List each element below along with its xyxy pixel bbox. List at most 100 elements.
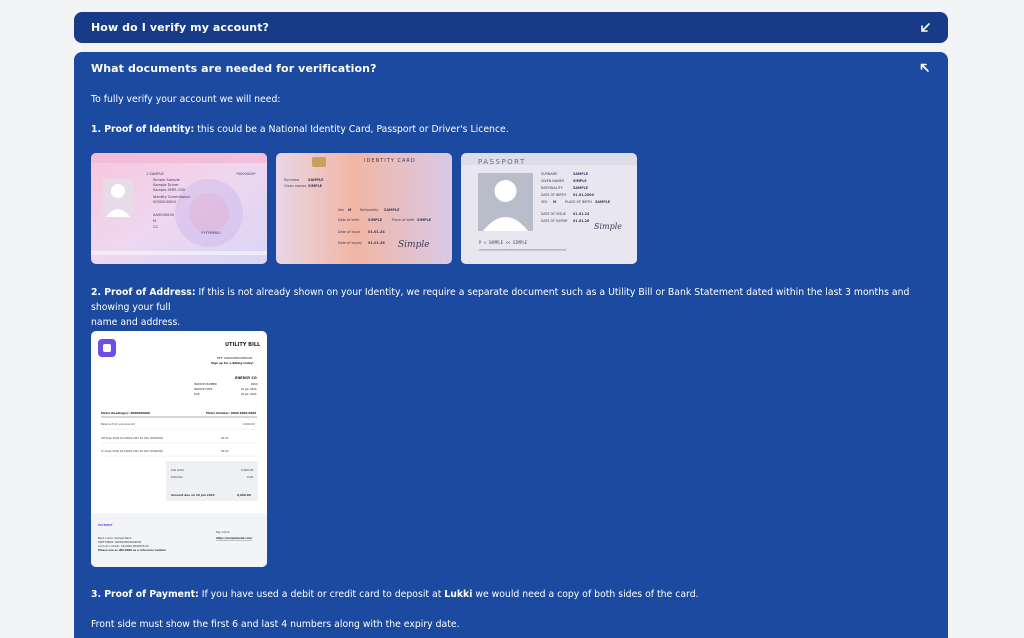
bill-row-description: Balance from previous bill bbox=[101, 422, 135, 426]
passport-field-label: SURNAME bbox=[541, 172, 557, 176]
arrow-up-left-icon[interactable] bbox=[919, 62, 931, 74]
dl-field-11: YYYYMM00 bbox=[201, 231, 221, 235]
bill-payment-label: PAYMENT bbox=[98, 523, 113, 527]
passport-field-value: 01.01.24 bbox=[573, 212, 590, 216]
passport-mrz-2: <<<<<<<<<<<<<<<<<<<<<<<<<<<<<<<<<<<<<<<<… bbox=[479, 248, 566, 252]
bill-invoice-number: 0000 bbox=[251, 382, 258, 386]
passport-field-value: M bbox=[553, 200, 556, 204]
ic-pob: SIMPLE bbox=[417, 218, 432, 222]
driver-licence-image: 1 SAMPLE Simple Sample Sample Driver Sam… bbox=[91, 153, 267, 264]
faq-question-verify-account: How do I verify my account? bbox=[91, 21, 270, 34]
proof-identity-description: this could be a National Identity Card, … bbox=[194, 124, 509, 135]
bill-account-label: Meter Reading(s): 0000000000 bbox=[101, 411, 150, 415]
ic-doi: 01.01.24 bbox=[368, 230, 385, 234]
proof-payment-description: If you have used a debit or credit card … bbox=[198, 589, 445, 600]
bill-bank-line-1: Bank name: Sample Bank bbox=[98, 536, 132, 540]
ic-nat: SAMPLE bbox=[384, 208, 400, 212]
dl-field-4: Sample SMPL 000 bbox=[153, 188, 186, 192]
bill-pay-url: https://samplebank.com/ bbox=[216, 536, 252, 540]
bill-pay-online: Pay online bbox=[216, 530, 230, 534]
bill-amount-due: 0,000.00 bbox=[237, 493, 251, 497]
passport-field-label: GIVEN NAMES bbox=[541, 179, 564, 183]
proof-payment-description-2: we would need a copy of both sides of th… bbox=[472, 589, 699, 600]
bill-signup: Sign up for e-Billing today! bbox=[211, 361, 254, 365]
passport-field-label: DATE OF ISSUE bbox=[541, 212, 566, 216]
bill-subtotal-label: Sub total bbox=[171, 468, 184, 472]
bill-bank-line-2: SWIFT/IBAN: 0000000000000000 bbox=[98, 540, 142, 544]
dl-field-3: Sample Driver bbox=[153, 183, 179, 187]
faq-item-documents-needed: What documents are needed for verificati… bbox=[74, 52, 948, 638]
ic-doe-label: Date of expiry bbox=[338, 241, 362, 245]
dl-field-8: AA0000000 bbox=[153, 213, 175, 217]
bill-row-description: On Peak 0000 $0.00000 kWh $0.000 (000000… bbox=[101, 449, 163, 453]
bill-due-label: DUE bbox=[194, 392, 200, 396]
bill-row-amount: 00.00 bbox=[221, 436, 229, 440]
dl-field-2: Simple Sample bbox=[153, 178, 181, 182]
proof-address-title: 2. Proof of Address: bbox=[91, 287, 196, 298]
bill-due: 20 Jan 2024 bbox=[241, 392, 257, 396]
dl-field-9: M bbox=[153, 219, 156, 223]
dl-field-5: Identity Commission bbox=[153, 195, 190, 199]
faq-item-verify-account[interactable]: How do I verify my account? bbox=[74, 12, 948, 43]
utility-bill-image: UTILITY BILL REF: 0000000000000000 Sign … bbox=[91, 331, 267, 567]
passport-field-label: NATIONALITY bbox=[541, 186, 564, 190]
arrow-down-left-icon[interactable] bbox=[919, 22, 931, 34]
ic-dob: SIMPLE bbox=[368, 218, 383, 222]
proof-address-description-2: name and address. bbox=[91, 317, 181, 328]
ic-dob-label: Date of birth bbox=[338, 218, 360, 222]
bill-meter-label: Meter Number: 0000 0000 0000 bbox=[206, 411, 256, 415]
dl-field-7: *0000000* bbox=[236, 172, 256, 176]
passport-image: PASSPORT SURNAME SAMPLE GIVEN NAMES SIMPLE N… bbox=[461, 153, 637, 264]
proof-identity-text: 1. Proof of Identity: this could be a Na… bbox=[91, 122, 509, 137]
bill-invoice-number-label: INVOICE NUMBER bbox=[194, 382, 217, 386]
ic-doe: 01.01.26 bbox=[368, 241, 385, 245]
faq-header-verify-account[interactable]: How do I verify my account? bbox=[91, 12, 931, 43]
passport-field-value: 01.01.26 bbox=[573, 219, 590, 223]
bill-row-amount: 00.00 bbox=[221, 449, 229, 453]
passport-field-label: PLACE OF BIRTH bbox=[565, 200, 592, 204]
ic-signature: Simple bbox=[398, 240, 430, 250]
bill-row-amount: 0,000.00 bbox=[243, 422, 255, 426]
brand-name: Lukki bbox=[444, 589, 473, 600]
identity-card-image: IDENTITY CARD Surname SAMPLE Given names… bbox=[276, 153, 452, 264]
proof-payment-text: 3. Proof of Payment: If you have used a … bbox=[91, 587, 699, 602]
passport-signature: Simple bbox=[594, 222, 622, 231]
bill-ref: REF: 0000000000000000 bbox=[217, 356, 253, 360]
dl-field-6: 0000000000 bbox=[153, 200, 177, 204]
passport-field-value: 01.01.2000 bbox=[573, 193, 595, 197]
proof-address-text: 2. Proof of Address: If this is not alre… bbox=[91, 285, 931, 330]
bill-amount-due-label: Amount due on 20 Jan 2023 bbox=[171, 493, 215, 497]
ic-pob-label: Place of birth bbox=[392, 218, 414, 222]
ic-surname-label: Surname bbox=[284, 178, 299, 182]
ic-given-label: Given names bbox=[284, 184, 307, 188]
bill-row-description: Off Peak 0000 $0.00000 kWh $0.000 (00000… bbox=[101, 436, 163, 440]
front-side-text: Front side must show the first 6 and las… bbox=[91, 619, 460, 630]
passport-mrz-1: P < SAMPLE << SIMPLE bbox=[479, 240, 528, 245]
dl-field-1: 1 SAMPLE bbox=[146, 172, 165, 176]
passport-field-label: DATE OF BIRTH bbox=[541, 193, 566, 197]
ic-given: SIMPLE bbox=[308, 184, 323, 188]
ic-nat-label: Nationality bbox=[360, 208, 378, 212]
ic-sex-label: Sex bbox=[338, 208, 344, 212]
passport-field-value: SAMPLE bbox=[595, 200, 611, 204]
passport-field-label: SEX bbox=[541, 200, 548, 204]
passport-field-value: SAMPLE bbox=[573, 172, 589, 176]
proof-payment-title: 3. Proof of Payment: bbox=[91, 589, 199, 600]
faq-header-documents-needed[interactable]: What documents are needed for verificati… bbox=[91, 52, 931, 84]
passport-field-value: SIMPLE bbox=[573, 179, 587, 183]
bill-company: ENERGY CO bbox=[235, 376, 257, 380]
ic-surname: SAMPLE bbox=[308, 178, 324, 182]
bill-tax-label: Total tax bbox=[170, 475, 183, 479]
dl-field-10: CC bbox=[153, 225, 159, 229]
ic-doi-label: Date of issue bbox=[338, 230, 360, 234]
passport-field-value: SAMPLE bbox=[573, 186, 589, 190]
bill-bank-line-3: Account number: 00-0000-0000000-00 bbox=[98, 544, 149, 548]
proof-identity-title: 1. Proof of Identity: bbox=[91, 124, 195, 135]
faq-question-documents-needed: What documents are needed for verificati… bbox=[91, 61, 377, 75]
bill-tax: 0.00 bbox=[247, 475, 253, 479]
bill-title: UTILITY BILL bbox=[225, 342, 261, 348]
bill-bank-line-4: Please use as INV-0000 as a reference nu… bbox=[98, 548, 167, 552]
passport-field-label: DATE OF EXPIRY bbox=[541, 219, 569, 223]
bill-invoice-date: 01 Jan 2024 bbox=[241, 387, 257, 391]
faq-intro-text: To fully verify your account we will nee… bbox=[91, 94, 281, 105]
